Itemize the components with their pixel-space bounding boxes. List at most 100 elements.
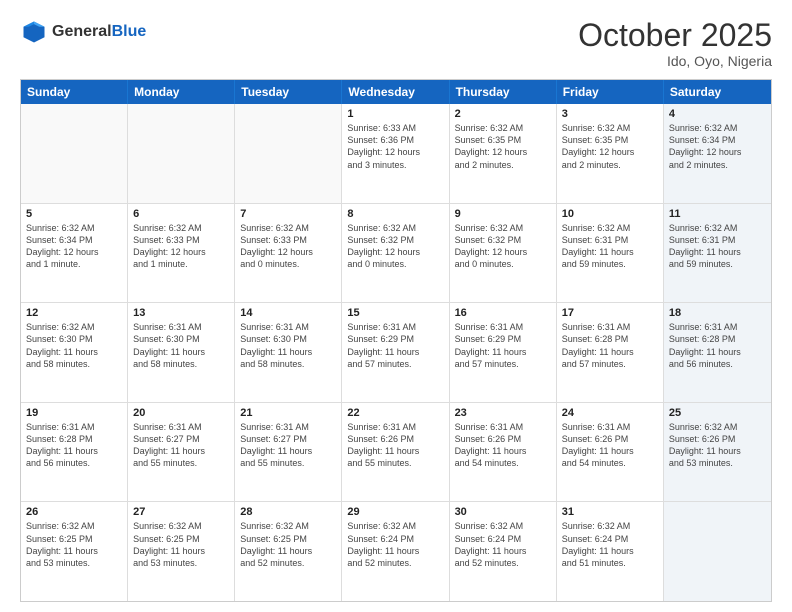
header: GeneralBlue October 2025 Ido, Oyo, Niger… bbox=[20, 18, 772, 69]
calendar-cell: 12 Sunrise: 6:32 AM Sunset: 6:30 PM Dayli… bbox=[21, 303, 128, 402]
day-number: 22 bbox=[347, 407, 443, 419]
cell-info: Sunrise: 6:32 AM Sunset: 6:30 PM Dayligh… bbox=[26, 321, 122, 370]
calendar-cell: 28Sunrise: 6:32 AM Sunset: 6:25 PM Dayli… bbox=[235, 502, 342, 601]
day-number: 6 bbox=[133, 208, 229, 220]
cell-info: Sunrise: 6:32 AM Sunset: 6:25 PM Dayligh… bbox=[26, 520, 122, 569]
day-number: 27 bbox=[133, 506, 229, 518]
title-block: October 2025 Ido, Oyo, Nigeria bbox=[578, 18, 772, 69]
calendar-cell: 5 Sunrise: 6:32 AM Sunset: 6:34 PM Daylig… bbox=[21, 204, 128, 303]
cell-info: Sunrise: 6:32 AM Sunset: 6:32 PM Dayligh… bbox=[347, 222, 443, 271]
cell-info: Sunrise: 6:31 AM Sunset: 6:27 PM Dayligh… bbox=[240, 421, 336, 470]
day-number: 12 bbox=[26, 307, 122, 319]
weekday-header: Sunday bbox=[21, 80, 128, 104]
day-number: 17 bbox=[562, 307, 658, 319]
calendar-cell: 23 Sunrise: 6:31 AM Sunset: 6:26 PM Dayli… bbox=[450, 403, 557, 502]
calendar-cell: 2 Sunrise: 6:32 AM Sunset: 6:35 PM Daylig… bbox=[450, 104, 557, 203]
day-number: 19 bbox=[26, 407, 122, 419]
cell-info: Sunrise: 6:31 AM Sunset: 6:30 PM Dayligh… bbox=[240, 321, 336, 370]
calendar-cell: 30 Sunrise: 6:32 AM Sunset: 6:24 PM Dayli… bbox=[450, 502, 557, 601]
day-number: 21 bbox=[240, 407, 336, 419]
month-title: October 2025 bbox=[578, 18, 772, 53]
cell-info: Sunrise: 6:32 AM Sunset: 6:24 PM Dayligh… bbox=[455, 520, 551, 569]
cell-info: Sunrise: 6:31 AM Sunset: 6:28 PM Dayligh… bbox=[26, 421, 122, 470]
weekday-header: Thursday bbox=[450, 80, 557, 104]
day-number: 5 bbox=[26, 208, 122, 220]
cell-info: Sunrise: 6:32 AM Sunset: 6:25 PM Dayligh… bbox=[133, 520, 229, 569]
calendar: SundayMondayTuesdayWednesdayThursdayFrid… bbox=[20, 79, 772, 602]
calendar-cell: 3Sunrise: 6:32 AM Sunset: 6:35 PM Daylig… bbox=[557, 104, 664, 203]
cell-info: Sunrise: 6:32 AM Sunset: 6:34 PM Dayligh… bbox=[26, 222, 122, 271]
cell-info: Sunrise: 6:31 AM Sunset: 6:26 PM Dayligh… bbox=[455, 421, 551, 470]
day-number: 24 bbox=[562, 407, 658, 419]
logo-text: GeneralBlue bbox=[52, 23, 146, 41]
day-number: 25 bbox=[669, 407, 766, 419]
calendar-cell: 18 Sunrise: 6:31 AM Sunset: 6:28 PM Dayli… bbox=[664, 303, 771, 402]
weekday-header: Saturday bbox=[664, 80, 771, 104]
cell-info: Sunrise: 6:32 AM Sunset: 6:35 PM Dayligh… bbox=[562, 122, 658, 171]
logo-icon bbox=[20, 18, 48, 46]
cell-info: Sunrise: 6:32 AM Sunset: 6:33 PM Dayligh… bbox=[240, 222, 336, 271]
calendar-row: 12 Sunrise: 6:32 AM Sunset: 6:30 PM Dayli… bbox=[21, 303, 771, 403]
calendar-cell bbox=[21, 104, 128, 203]
cell-info: Sunrise: 6:31 AM Sunset: 6:26 PM Dayligh… bbox=[347, 421, 443, 470]
day-number: 10 bbox=[562, 208, 658, 220]
day-number: 9 bbox=[455, 208, 551, 220]
calendar-cell: 4Sunrise: 6:32 AM Sunset: 6:34 PM Daylig… bbox=[664, 104, 771, 203]
day-number: 29 bbox=[347, 506, 443, 518]
calendar-cell: 11 Sunrise: 6:32 AM Sunset: 6:31 PM Dayli… bbox=[664, 204, 771, 303]
calendar-cell: 8 Sunrise: 6:32 AM Sunset: 6:32 PM Daylig… bbox=[342, 204, 449, 303]
cell-info: Sunrise: 6:31 AM Sunset: 6:28 PM Dayligh… bbox=[562, 321, 658, 370]
cell-info: Sunrise: 6:32 AM Sunset: 6:31 PM Dayligh… bbox=[562, 222, 658, 271]
calendar-cell: 7Sunrise: 6:32 AM Sunset: 6:33 PM Daylig… bbox=[235, 204, 342, 303]
cell-info: Sunrise: 6:32 AM Sunset: 6:32 PM Dayligh… bbox=[455, 222, 551, 271]
day-number: 23 bbox=[455, 407, 551, 419]
weekday-header: Wednesday bbox=[342, 80, 449, 104]
day-number: 13 bbox=[133, 307, 229, 319]
calendar-cell bbox=[664, 502, 771, 601]
calendar-cell: 14 Sunrise: 6:31 AM Sunset: 6:30 PM Dayli… bbox=[235, 303, 342, 402]
day-number: 30 bbox=[455, 506, 551, 518]
calendar-cell: 10 Sunrise: 6:32 AM Sunset: 6:31 PM Dayli… bbox=[557, 204, 664, 303]
cell-info: Sunrise: 6:31 AM Sunset: 6:26 PM Dayligh… bbox=[562, 421, 658, 470]
day-number: 2 bbox=[455, 108, 551, 120]
day-number: 8 bbox=[347, 208, 443, 220]
cell-info: Sunrise: 6:32 AM Sunset: 6:26 PM Dayligh… bbox=[669, 421, 766, 470]
calendar-cell: 26 Sunrise: 6:32 AM Sunset: 6:25 PM Dayli… bbox=[21, 502, 128, 601]
calendar-cell: 1Sunrise: 6:33 AM Sunset: 6:36 PM Daylig… bbox=[342, 104, 449, 203]
calendar-cell: 19 Sunrise: 6:31 AM Sunset: 6:28 PM Dayli… bbox=[21, 403, 128, 502]
calendar-cell: 15 Sunrise: 6:31 AM Sunset: 6:29 PM Dayli… bbox=[342, 303, 449, 402]
day-number: 15 bbox=[347, 307, 443, 319]
cell-info: Sunrise: 6:32 AM Sunset: 6:24 PM Dayligh… bbox=[347, 520, 443, 569]
cell-info: Sunrise: 6:31 AM Sunset: 6:28 PM Dayligh… bbox=[669, 321, 766, 370]
weekday-header: Tuesday bbox=[235, 80, 342, 104]
calendar-cell: 24 Sunrise: 6:31 AM Sunset: 6:26 PM Dayli… bbox=[557, 403, 664, 502]
cell-info: Sunrise: 6:32 AM Sunset: 6:35 PM Dayligh… bbox=[455, 122, 551, 171]
calendar-cell: 22 Sunrise: 6:31 AM Sunset: 6:26 PM Dayli… bbox=[342, 403, 449, 502]
calendar-cell: 9 Sunrise: 6:32 AM Sunset: 6:32 PM Daylig… bbox=[450, 204, 557, 303]
weekday-header: Monday bbox=[128, 80, 235, 104]
day-number: 18 bbox=[669, 307, 766, 319]
weekday-header: Friday bbox=[557, 80, 664, 104]
calendar-header: SundayMondayTuesdayWednesdayThursdayFrid… bbox=[21, 80, 771, 104]
day-number: 26 bbox=[26, 506, 122, 518]
calendar-body: 1Sunrise: 6:33 AM Sunset: 6:36 PM Daylig… bbox=[21, 104, 771, 601]
day-number: 14 bbox=[240, 307, 336, 319]
calendar-cell: 31Sunrise: 6:32 AM Sunset: 6:24 PM Dayli… bbox=[557, 502, 664, 601]
cell-info: Sunrise: 6:31 AM Sunset: 6:29 PM Dayligh… bbox=[347, 321, 443, 370]
calendar-cell: 13Sunrise: 6:31 AM Sunset: 6:30 PM Dayli… bbox=[128, 303, 235, 402]
cell-info: Sunrise: 6:33 AM Sunset: 6:36 PM Dayligh… bbox=[347, 122, 443, 171]
page: GeneralBlue October 2025 Ido, Oyo, Niger… bbox=[0, 0, 792, 612]
calendar-cell bbox=[128, 104, 235, 203]
calendar-cell: 29 Sunrise: 6:32 AM Sunset: 6:24 PM Dayli… bbox=[342, 502, 449, 601]
calendar-cell: 27 Sunrise: 6:32 AM Sunset: 6:25 PM Dayli… bbox=[128, 502, 235, 601]
day-number: 28 bbox=[240, 506, 336, 518]
cell-info: Sunrise: 6:32 AM Sunset: 6:31 PM Dayligh… bbox=[669, 222, 766, 271]
cell-info: Sunrise: 6:32 AM Sunset: 6:24 PM Dayligh… bbox=[562, 520, 658, 569]
cell-info: Sunrise: 6:32 AM Sunset: 6:33 PM Dayligh… bbox=[133, 222, 229, 271]
calendar-cell: 17 Sunrise: 6:31 AM Sunset: 6:28 PM Dayli… bbox=[557, 303, 664, 402]
cell-info: Sunrise: 6:31 AM Sunset: 6:29 PM Dayligh… bbox=[455, 321, 551, 370]
calendar-row: 26 Sunrise: 6:32 AM Sunset: 6:25 PM Dayli… bbox=[21, 502, 771, 601]
calendar-cell: 6 Sunrise: 6:32 AM Sunset: 6:33 PM Daylig… bbox=[128, 204, 235, 303]
logo: GeneralBlue bbox=[20, 18, 146, 46]
day-number: 11 bbox=[669, 208, 766, 220]
